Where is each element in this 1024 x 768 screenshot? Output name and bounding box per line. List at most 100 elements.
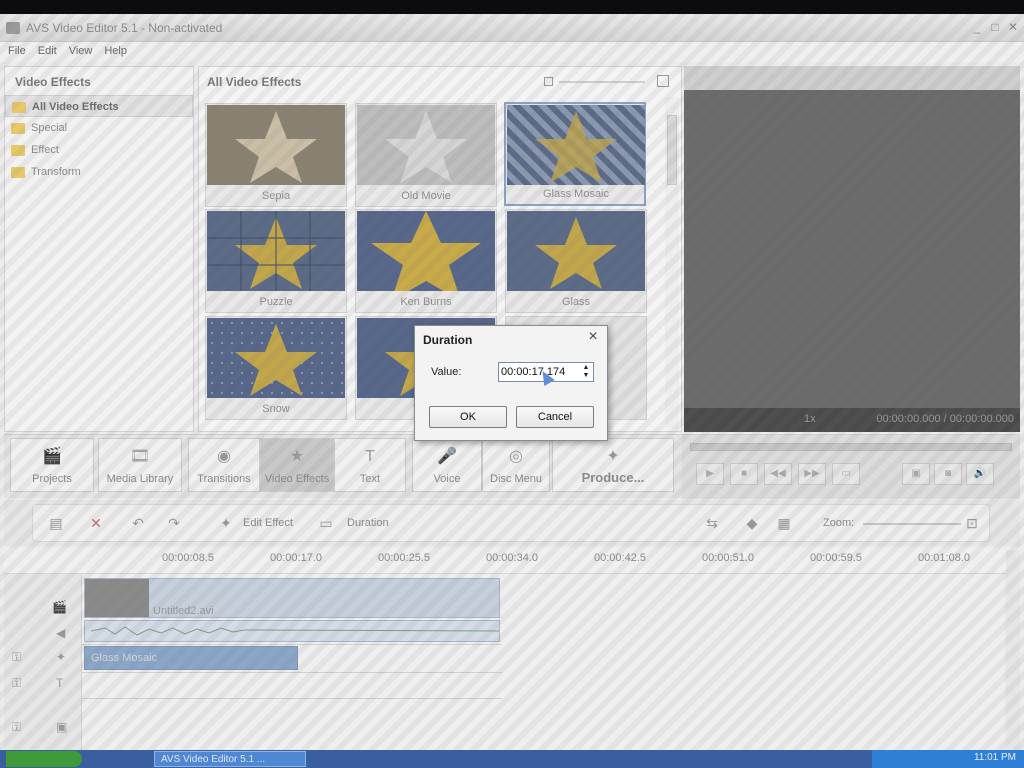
color-icon[interactable]: ◆ bbox=[743, 515, 761, 531]
clip-name: Untitled2.avi bbox=[153, 605, 214, 617]
delete-icon[interactable]: ✕ bbox=[87, 515, 105, 531]
grid-title: All Video Effects bbox=[207, 75, 302, 89]
star-icon bbox=[207, 211, 345, 291]
menu-file[interactable]: File bbox=[0, 42, 30, 57]
effect-clip[interactable]: Glass Mosaic bbox=[84, 646, 298, 670]
previous-frame-button[interactable]: ◀◀ bbox=[764, 463, 792, 485]
transitions-button[interactable]: ◉ Transitions bbox=[188, 438, 260, 492]
star-icon bbox=[535, 217, 617, 289]
dialog-title: Duration bbox=[423, 333, 473, 347]
overlay-track-icon: ▣ bbox=[56, 720, 68, 734]
track-divider bbox=[82, 644, 502, 645]
playback-progress-bar[interactable] bbox=[690, 443, 1012, 451]
voice-button[interactable]: 🎤 Voice bbox=[412, 438, 482, 492]
grid-scrollbar[interactable] bbox=[665, 97, 679, 429]
projects-button[interactable]: 🎬 Projects bbox=[10, 438, 94, 492]
tree-item-all-video-effects[interactable]: All Video Effects bbox=[5, 95, 193, 117]
fullscreen-button[interactable]: ▭ bbox=[832, 463, 860, 485]
small-thumbnails-icon[interactable] bbox=[544, 77, 553, 86]
audio-track-icon: ◀ bbox=[56, 626, 66, 640]
duration-icon[interactable]: ▭ bbox=[317, 515, 335, 531]
cancel-button[interactable]: Cancel bbox=[516, 406, 594, 428]
produce-icon: ✦ bbox=[606, 448, 620, 465]
taskbar-app-button[interactable]: AVS Video Editor 5.1 ... bbox=[154, 751, 306, 767]
clip-name: Glass Mosaic bbox=[91, 652, 158, 664]
duration-value: 00:00:17.174 bbox=[501, 366, 566, 378]
fit-zoom-icon[interactable]: ⊡ bbox=[963, 515, 981, 531]
effect-tile-sepia[interactable]: Sepia bbox=[205, 103, 347, 207]
effect-tile-puzzle[interactable]: Puzzle bbox=[205, 209, 347, 313]
effect-tile-glass[interactable]: Glass bbox=[505, 209, 647, 313]
window-title: AVS Video Editor 5.1 - Non-activated bbox=[26, 21, 223, 35]
tree-item-effect[interactable]: Effect bbox=[5, 139, 193, 161]
lock-icon[interactable]: ⚿ bbox=[12, 720, 21, 735]
spin-arrows-icon[interactable]: ▲ ▼ bbox=[581, 364, 591, 380]
text-button[interactable]: T Text bbox=[334, 438, 406, 492]
produce-button[interactable]: ✦ Produce... bbox=[552, 438, 674, 492]
storyboard-icon[interactable]: ▤ bbox=[47, 515, 65, 531]
edit-effect-icon[interactable]: ✦ bbox=[217, 515, 235, 531]
start-button[interactable] bbox=[6, 751, 82, 767]
close-icon[interactable]: × bbox=[585, 329, 601, 345]
menu-bar: File Edit View Help bbox=[0, 42, 1024, 62]
button-label: Media Library bbox=[106, 473, 174, 485]
video-clip[interactable]: Untitled2.avi bbox=[84, 578, 500, 618]
display-mode-icon[interactable]: ▦ bbox=[775, 515, 793, 531]
redo-icon[interactable]: ↷ bbox=[165, 515, 183, 531]
audio-waveform bbox=[90, 626, 500, 636]
effect-tile-old-movie[interactable]: Old Movie bbox=[355, 103, 497, 207]
effect-label: Glass bbox=[561, 296, 591, 308]
large-thumbnails-icon[interactable] bbox=[657, 75, 669, 87]
ruler-tick: 00:00:59.5 bbox=[810, 552, 862, 564]
minimize-button[interactable]: _ bbox=[970, 20, 984, 34]
effect-label: Old Movie bbox=[401, 190, 451, 202]
menu-edit[interactable]: Edit bbox=[30, 42, 61, 57]
undo-icon[interactable]: ↶ bbox=[129, 515, 147, 531]
tree-item-special[interactable]: Special bbox=[5, 117, 193, 139]
folder-icon bbox=[11, 145, 25, 156]
timeline-toolbar: ▤ ✕ ↶ ↷ ✦ Edit Effect ▭ Duration ⇆ ◆ ▦ Z… bbox=[4, 500, 1020, 546]
monitor-icon[interactable]: ▣ bbox=[902, 463, 930, 485]
playback-speed[interactable]: 1x bbox=[804, 413, 816, 425]
maximize-button[interactable]: □ bbox=[988, 20, 1002, 34]
grid-header: All Video Effects bbox=[199, 67, 681, 95]
audio-clip[interactable] bbox=[84, 620, 500, 642]
close-button[interactable]: ✕ bbox=[1006, 20, 1020, 34]
menu-view[interactable]: View bbox=[61, 42, 97, 57]
value-label: Value: bbox=[431, 366, 462, 378]
button-label: Video Effects bbox=[264, 473, 330, 485]
scrollbar-thumb[interactable] bbox=[667, 115, 677, 185]
timeline-vertical-scrollbar[interactable] bbox=[1006, 550, 1020, 752]
effect-thumbnail bbox=[207, 105, 345, 185]
ruler-tick: 00:00:51.0 bbox=[702, 552, 754, 564]
zoom-slider[interactable] bbox=[863, 523, 961, 525]
split-icon[interactable]: ⇆ bbox=[703, 515, 721, 531]
stop-button[interactable]: ■ bbox=[730, 463, 758, 485]
effect-tile-glass-mosaic[interactable]: Glass Mosaic bbox=[504, 102, 646, 206]
disc-icon: ◎ bbox=[509, 448, 523, 465]
video-effects-button[interactable]: ★ Video Effects bbox=[260, 438, 334, 492]
text-icon: T bbox=[365, 448, 375, 465]
ok-button[interactable]: OK bbox=[429, 406, 507, 428]
disc-menu-button[interactable]: ◎ Disc Menu bbox=[482, 438, 550, 492]
effect-tile-ken-burns[interactable]: Ken Burns bbox=[355, 209, 497, 313]
main-toolbar: 🎬 Projects 🎞 Media Library ◉ Transitions ★ V… bbox=[4, 434, 1020, 499]
snapshot-icon[interactable]: ◙ bbox=[934, 463, 962, 485]
effect-thumbnail bbox=[507, 105, 645, 185]
volume-icon[interactable]: 🔊 bbox=[966, 463, 994, 485]
ruler-tick: 00:01:08.0 bbox=[918, 552, 970, 564]
lock-icon[interactable]: ⚿ bbox=[12, 676, 21, 691]
menu-help[interactable]: Help bbox=[96, 42, 131, 57]
lock-icon[interactable]: ⚿ bbox=[12, 650, 21, 665]
tree-item-transform[interactable]: Transform bbox=[5, 161, 193, 183]
tree-item-label: Effect bbox=[31, 144, 59, 156]
edit-effect-button[interactable]: Edit Effect bbox=[243, 517, 293, 529]
play-button[interactable]: ▶ bbox=[696, 463, 724, 485]
duration-button[interactable]: Duration bbox=[347, 517, 389, 529]
effect-label: Ken Burns bbox=[400, 296, 452, 308]
thumbnail-size-slider[interactable] bbox=[559, 81, 645, 83]
star-icon bbox=[235, 111, 317, 183]
media-library-button[interactable]: 🎞 Media Library bbox=[98, 438, 182, 492]
next-frame-button[interactable]: ▶▶ bbox=[798, 463, 826, 485]
effect-tile-snow[interactable]: Snow bbox=[205, 316, 347, 420]
